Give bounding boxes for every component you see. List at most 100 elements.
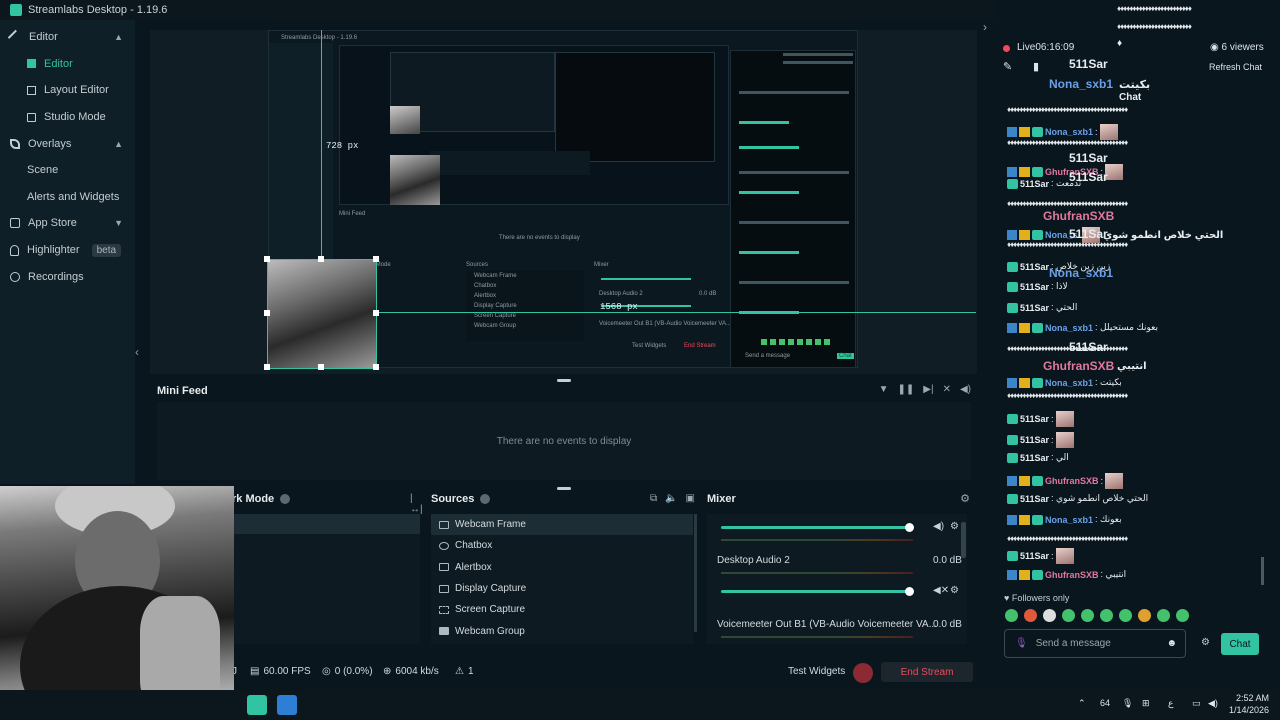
chat-settings-icon[interactable]: ⚙ [1201, 637, 1210, 648]
volume-slider-knob[interactable] [905, 523, 915, 532]
mixer-scrollbar[interactable] [961, 522, 966, 558]
emote-icon[interactable] [1119, 609, 1132, 622]
source-item-webcam-group[interactable]: Webcam Group [431, 620, 693, 641]
chat-username[interactable]: Nona_sxb1 [1045, 127, 1093, 137]
mute-alerts-icon[interactable]: ✕ [943, 384, 951, 395]
test-widgets-icon[interactable] [853, 663, 873, 683]
skip-icon[interactable]: ▶| [923, 384, 933, 395]
emote-icon[interactable] [1024, 609, 1037, 622]
tray-expand-icon[interactable]: ⌃ [1078, 698, 1086, 709]
sidebar-item-editor-group[interactable]: Editor ▲ [0, 24, 135, 51]
scene-item-selected[interactable] [234, 514, 420, 534]
source-layers-icon[interactable]: ⧉ [650, 493, 657, 504]
clock[interactable]: 2:52 AM 1/14/2026 [1229, 692, 1269, 716]
sources-scrollbar[interactable] [694, 514, 697, 632]
source-item-display-capture[interactable]: Display Capture [431, 578, 693, 599]
emote-icon[interactable] [1062, 609, 1075, 622]
chat-username[interactable]: 511Sar [1020, 435, 1049, 445]
expand-chat-icon[interactable]: › [983, 20, 987, 34]
sidebar-item-highlighter[interactable]: Highlighter beta [0, 237, 135, 264]
end-stream-button[interactable]: End Stream [881, 662, 973, 682]
microphone-icon[interactable]: 🎙 [1015, 638, 1028, 649]
mixer-settings-icon[interactable]: ⚙ [960, 492, 970, 505]
selected-webcam-source[interactable] [267, 259, 377, 369]
resize-handle[interactable] [264, 310, 270, 316]
emote-icon[interactable] [1157, 609, 1170, 622]
microphone-tray-icon[interactable]: 🎙 [1122, 698, 1133, 709]
volume-tray-icon[interactable]: ◀) [1208, 698, 1218, 709]
emote-icon[interactable] [1081, 609, 1094, 622]
chat-username[interactable]: 511Sar [1020, 282, 1049, 292]
collapse-sidebar-icon[interactable]: ‹ [135, 345, 139, 359]
muted-speaker-icon[interactable]: ◀✕ [933, 585, 949, 596]
chat-username[interactable]: 511Sar [1020, 303, 1049, 313]
sidebar-item-layout-editor[interactable]: Layout Editor [0, 77, 135, 104]
resize-handle[interactable] [373, 256, 379, 262]
chat-scrollbar[interactable] [1261, 557, 1264, 585]
chevron-up-icon[interactable]: ▲ [114, 32, 123, 42]
filter-icon[interactable]: ▼ [879, 384, 889, 395]
source-item-chatbox[interactable]: Chatbox [431, 535, 693, 556]
chat-username[interactable]: Nona_sxb1 [1045, 378, 1093, 388]
channel-settings-icon[interactable]: ⚙ [950, 585, 959, 596]
emote-icon[interactable] [1100, 609, 1113, 622]
chat-username[interactable]: Nona_sxb1 [1045, 515, 1093, 525]
source-item-webcam-frame[interactable]: Webcam Frame [431, 514, 693, 536]
sidebar-item-alerts-widgets[interactable]: Alerts and Widgets [0, 184, 135, 211]
tray-app-icon[interactable]: ⊞ [1142, 698, 1150, 709]
sidebar-item-overlays-group[interactable]: Overlays ▲ [0, 130, 135, 157]
chat-send-button[interactable]: Chat [1221, 633, 1259, 655]
emote-icon[interactable] [1138, 609, 1151, 622]
resize-handle[interactable] [373, 364, 379, 370]
emoji-picker-icon[interactable]: ☻ [1166, 638, 1177, 649]
scene-transition-icon[interactable]: |↔| [410, 493, 423, 515]
network-icon[interactable]: ▭ [1192, 698, 1201, 709]
chat-username[interactable]: 511Sar [1020, 414, 1049, 424]
sidebar-item-studio-mode[interactable]: Studio Mode [0, 104, 135, 131]
speaker-icon[interactable]: ◀) [933, 521, 944, 532]
resize-handle[interactable] [318, 256, 324, 262]
chat-message-input[interactable]: 🎙 Send a message ☻ [1004, 629, 1186, 658]
sidebar-item-app-store[interactable]: App Store ▼ [0, 210, 135, 237]
chat-username[interactable]: GhufranSXB [1045, 476, 1099, 486]
emote-icon[interactable] [1043, 609, 1056, 622]
chat-username[interactable]: 511Sar [1020, 453, 1049, 463]
language-indicator[interactable]: ع [1168, 698, 1173, 709]
channel-settings-icon[interactable]: ⚙ [950, 521, 959, 532]
resize-handle[interactable] [264, 256, 270, 262]
chat-username[interactable]: 511Sar [1020, 551, 1049, 561]
chat-username[interactable]: 511Sar [1020, 262, 1049, 272]
edit-chat-icon[interactable]: ✎ [1003, 60, 1012, 73]
source-folder-icon[interactable]: ▣ [686, 493, 695, 504]
sidebar-item-scene[interactable]: Scene [0, 157, 135, 184]
source-item-alertbox[interactable]: Alertbox [431, 557, 693, 578]
resize-handle[interactable] [373, 310, 379, 316]
app-taskbar-icon[interactable] [277, 695, 297, 715]
volume-slider[interactable] [721, 590, 910, 593]
popout-icon[interactable]: ▮ [1033, 60, 1039, 73]
pause-icon[interactable]: ❚❚ [898, 384, 915, 395]
volume-slider-knob[interactable] [905, 587, 915, 596]
chat-username[interactable]: 511Sar [1020, 179, 1049, 189]
chat-username[interactable]: GhufranSXB [1045, 570, 1099, 580]
emote-icon[interactable] [1176, 609, 1189, 622]
chat-username[interactable]: Nona_sxb1 [1045, 323, 1093, 333]
add-scene-icon[interactable] [280, 494, 291, 504]
test-widgets-button[interactable]: Test Widgets [788, 666, 845, 677]
emote-icon[interactable] [1005, 609, 1018, 622]
volume-icon[interactable]: ◀) [960, 384, 971, 395]
warning-icon[interactable]: ⚠ [455, 666, 464, 677]
add-source-icon[interactable] [480, 494, 491, 504]
stream-preview[interactable]: Streamlabs Desktop - 1.19.6 Mini Feed Th… [150, 30, 977, 374]
refresh-chat-button[interactable]: Refresh Chat [1209, 62, 1262, 72]
sidebar-item-recordings[interactable]: Recordings [0, 263, 135, 290]
sidebar-item-editor[interactable]: Editor [0, 51, 135, 78]
volume-slider[interactable] [721, 526, 910, 529]
chat-username[interactable]: 511Sar [1020, 494, 1049, 504]
resize-handle[interactable] [264, 364, 270, 370]
streamlabs-taskbar-icon[interactable] [247, 695, 267, 715]
chevron-down-icon[interactable]: ▼ [114, 218, 123, 228]
source-audio-icon[interactable]: 🔈 [665, 493, 677, 504]
resize-handle[interactable] [318, 364, 324, 370]
chevron-up-icon[interactable]: ▲ [114, 139, 123, 149]
